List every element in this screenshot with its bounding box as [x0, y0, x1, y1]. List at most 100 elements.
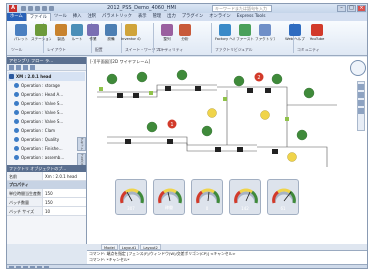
ribbon-panel-label[interactable]: ファクトリビジュアル	[215, 47, 253, 53]
tab-5[interactable]: パラメトリック	[99, 13, 135, 21]
tree-item[interactable]: Operation : storage	[8, 81, 85, 90]
property-row[interactable]: バッチ サイズ 10	[7, 207, 86, 216]
asset-button[interactable]: ファクトリアセット	[255, 24, 275, 42]
ribbon-panel-label[interactable]: ツール	[11, 47, 22, 53]
route-icon	[71, 24, 83, 36]
tree-item[interactable]: Operation : Finishe…	[8, 144, 85, 153]
analysis-button[interactable]: 分析	[175, 24, 195, 42]
status-indicator	[260, 110, 270, 120]
operation-icon	[14, 92, 19, 97]
showmotion-icon[interactable]	[358, 108, 364, 114]
youtube-button[interactable]: YouTube	[307, 24, 327, 41]
refresh-icon[interactable]	[30, 65, 35, 70]
ribbon-button-label: 分析	[181, 37, 189, 41]
tab-8[interactable]: 出力	[164, 13, 179, 21]
polar-icon[interactable]	[30, 266, 35, 268]
tab-2[interactable]: ツール	[51, 13, 70, 21]
pan-icon[interactable]	[358, 84, 364, 90]
tab-9[interactable]: プラグイン	[179, 13, 206, 21]
gauge-widget[interactable]: 稼働	[153, 179, 185, 215]
tree-item[interactable]: Operation : Head A…	[8, 90, 85, 99]
ribbon-panel-label[interactable]: 配置	[95, 47, 103, 53]
tree-item-label: Operation : assemb…	[21, 155, 65, 160]
gauge-widget[interactable]: 307	[115, 179, 147, 215]
machine-block	[272, 149, 278, 154]
new-icon[interactable]	[21, 6, 26, 11]
orbit-icon[interactable]	[358, 100, 364, 106]
property-value[interactable]: 10	[43, 207, 86, 215]
assembly-icon	[9, 74, 14, 79]
ribbon-panel-label[interactable]: レイアウト	[47, 47, 66, 53]
inventor-button[interactable]: Inventor の注記	[121, 24, 141, 42]
delete-icon[interactable]	[16, 65, 21, 70]
window-controls: – □ ×	[337, 5, 366, 12]
station-marker	[296, 129, 308, 141]
operation-button[interactable]: 作業	[83, 24, 103, 42]
tree-item[interactable]: Operation : Valve S…	[8, 117, 85, 126]
property-value[interactable]: 150	[43, 198, 86, 206]
tree-item[interactable]: Operation : assemb…	[8, 153, 85, 162]
link-icon[interactable]	[23, 65, 28, 70]
assembly-flow-panel: アセンブリ フロー ラ… XM : 2.0.1 head Operation : …	[7, 57, 87, 244]
command-line[interactable]: コマンド: 端点を指定 [フェンス(F)/ウィンドウ(W)/交差ポリゴン(CP)…	[87, 250, 367, 268]
property-row[interactable]: 名前 Xm : 2.0.1 head	[7, 172, 86, 181]
app-logo[interactable]: A	[9, 5, 17, 12]
tab-7[interactable]: 管理	[150, 13, 165, 21]
ribbon-button-label: 設備	[107, 37, 115, 41]
tree-item[interactable]: Operation : Valve S…	[8, 108, 85, 117]
palette-button[interactable]: パレット	[11, 24, 31, 42]
assembly-flow-toolbar	[7, 64, 86, 71]
maximize-button[interactable]: □	[347, 5, 356, 12]
ortho-icon[interactable]	[23, 266, 28, 268]
gauge-widget[interactable]: 142	[229, 179, 261, 215]
snap-icon[interactable]	[9, 266, 14, 268]
operation-icon	[14, 119, 19, 124]
property-value[interactable]: Xm : 2.0.1 head	[43, 172, 86, 180]
add-icon[interactable]	[9, 65, 14, 70]
tree-item-label: Operation : Finishe…	[21, 146, 63, 151]
web-help-button[interactable]: Web ヘルプ	[285, 24, 305, 42]
ribbon-panel-label[interactable]: コミュニティ	[297, 47, 320, 53]
property-value[interactable]: 150	[43, 189, 86, 197]
tab-4[interactable]: 注釈	[84, 13, 99, 21]
drawing-viewport[interactable]: [-][平面図][2D ワイヤフレーム] 1 2 307 稼働 0 142 61	[87, 57, 367, 244]
operation-icon	[87, 24, 99, 36]
help-button[interactable]: Factory ヘルプ	[215, 24, 235, 42]
property-row[interactable]: 単位時間当生産数 150	[7, 189, 86, 198]
tab-10[interactable]: オンライン	[206, 13, 233, 21]
align-button[interactable]: 整列	[157, 24, 177, 42]
minimize-button[interactable]: –	[337, 5, 346, 12]
properties-panel: ファクトリ オブジェクトのプ… 名前 Xm : 2.0.1 head プロパティ…	[7, 165, 86, 216]
open-icon[interactable]	[28, 6, 33, 11]
zoom-icon[interactable]	[358, 92, 364, 98]
tab-11[interactable]: Express Tools	[234, 13, 269, 21]
close-button[interactable]: ×	[357, 5, 366, 12]
save-icon[interactable]	[35, 6, 40, 11]
property-row[interactable]: バッチ数量 150	[7, 198, 86, 207]
tab-3[interactable]: 挿入	[70, 13, 85, 21]
first-button[interactable]: ファースト	[235, 24, 255, 42]
redo-icon[interactable]	[49, 6, 54, 11]
equipment-button[interactable]: 設備	[101, 24, 121, 42]
tree-item-label: Operation : Valve S…	[21, 101, 64, 106]
tree-item[interactable]: Operation : Clam	[8, 126, 85, 135]
station-button[interactable]: ステーション	[31, 24, 51, 42]
tree-item-label: XM : 2.0.1 head	[16, 74, 52, 79]
property-category[interactable]: プロパティ	[7, 181, 86, 189]
tree-root-item[interactable]: XM : 2.0.1 head	[8, 72, 85, 81]
tab-1[interactable]: ファイル	[25, 13, 51, 21]
undo-icon[interactable]	[42, 6, 47, 11]
gauge-widget[interactable]: 0	[191, 179, 223, 215]
grid-icon[interactable]	[16, 266, 21, 268]
side-tab[interactable]: アセット	[77, 137, 86, 151]
osnap-icon[interactable]	[37, 266, 42, 268]
ribbon-panel-label[interactable]: ユーティリティ	[157, 47, 183, 53]
tab-0[interactable]: ホーム	[7, 13, 26, 21]
viewcube-icon[interactable]	[350, 60, 366, 76]
search-input[interactable]: キーワードまたは語句を入力	[212, 5, 272, 12]
tree-item[interactable]: Operation : Quality	[8, 135, 85, 144]
tab-6[interactable]: 表示	[135, 13, 150, 21]
gauge-widget[interactable]: 61	[267, 179, 299, 215]
otrack-icon[interactable]	[44, 266, 49, 268]
tree-item[interactable]: Operation : Valve S…	[8, 99, 85, 108]
